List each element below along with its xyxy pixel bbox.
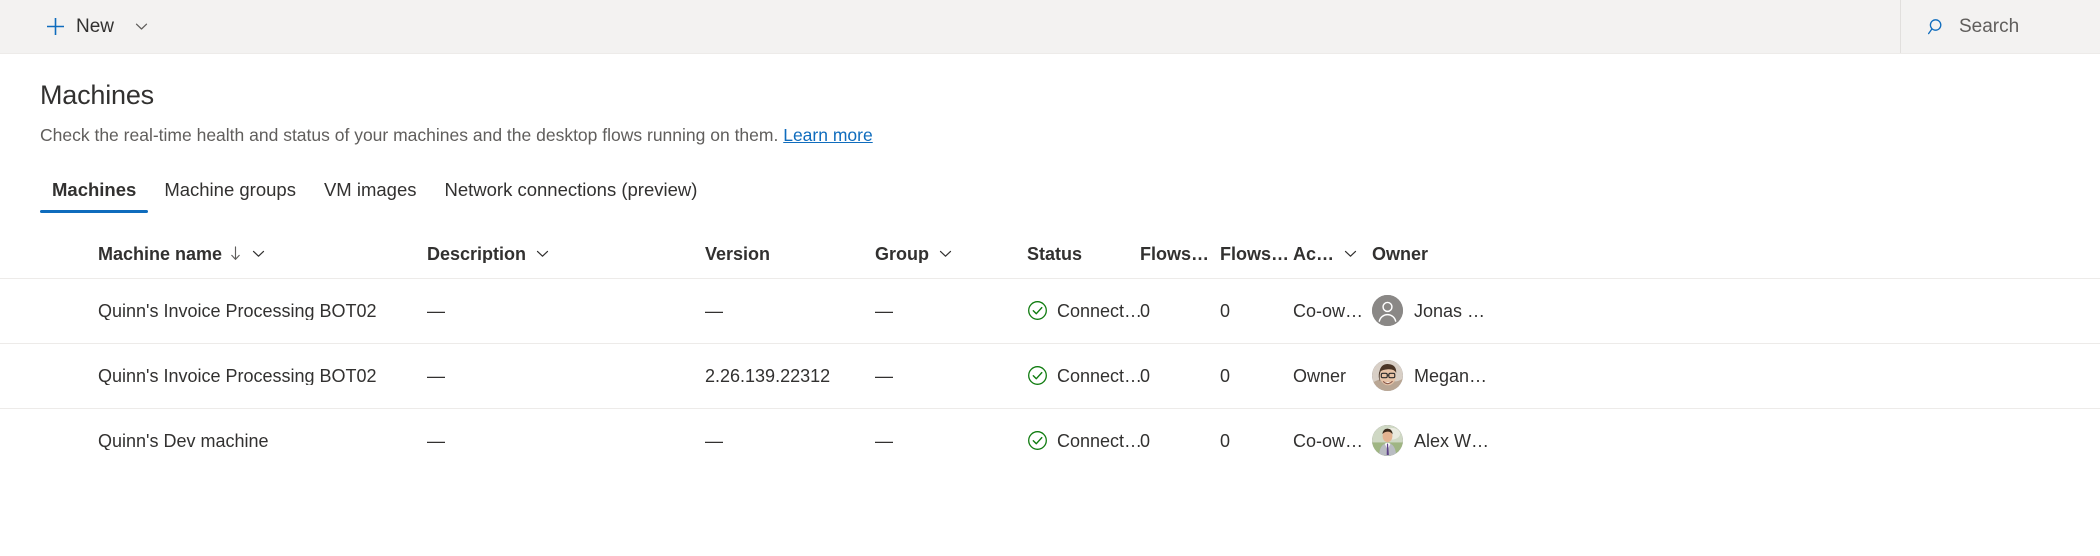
column-header-version-label: Version — [705, 245, 770, 263]
cell-flows-running: 0 — [1220, 367, 1293, 385]
column-header-flows-running-label: Flows… — [1220, 245, 1289, 263]
sort-ascending-icon — [229, 246, 242, 261]
search-icon — [1927, 17, 1947, 37]
tab-vm-images[interactable]: VM images — [310, 181, 431, 213]
avatar — [1372, 360, 1403, 391]
cell-owner: Alex W… — [1372, 425, 1612, 456]
learn-more-link[interactable]: Learn more — [783, 125, 873, 145]
column-header-flows-queued-label: Flows… — [1140, 245, 1209, 263]
cell-owner-name: Jonas … — [1414, 302, 1485, 320]
column-header-version[interactable]: Version — [705, 245, 875, 263]
column-header-machine-name-label: Machine name — [98, 245, 222, 263]
page-subtitle-text: Check the real-time health and status of… — [40, 125, 778, 145]
column-header-flows-queued[interactable]: Flows… — [1140, 245, 1220, 263]
column-header-access-label: Ac… — [1293, 245, 1334, 263]
cell-status-label: Connect… — [1057, 432, 1140, 450]
cell-machine-name: Quinn's Invoice Processing BOT02 — [33, 367, 427, 385]
cell-version: 2.26.139.22312 — [705, 367, 875, 385]
avatar — [1372, 425, 1403, 456]
column-header-status[interactable]: Status — [1027, 245, 1140, 263]
plus-icon — [46, 17, 65, 36]
command-bar: New Search — [0, 0, 2100, 54]
column-header-access[interactable]: Ac… — [1293, 245, 1372, 263]
cell-machine-name: Quinn's Dev machine — [33, 432, 427, 450]
cell-owner: Jonas … — [1372, 295, 1612, 326]
avatar — [1372, 295, 1403, 326]
cell-version: — — [705, 302, 875, 320]
column-header-status-label: Status — [1027, 245, 1082, 263]
cell-group: — — [875, 367, 1027, 385]
cell-status-label: Connect… — [1057, 302, 1140, 320]
table-row[interactable]: Quinn's Invoice Processing BOT02 — — — C… — [0, 278, 2100, 343]
column-menu-chevron-down-icon[interactable] — [1343, 246, 1358, 261]
new-button[interactable]: New — [40, 0, 155, 53]
cell-owner: Megan… — [1372, 360, 1612, 391]
cell-access: Co-ow… — [1293, 302, 1372, 320]
column-header-description[interactable]: Description — [427, 245, 705, 263]
tab-machines[interactable]: Machines — [38, 181, 150, 213]
cell-access: Owner — [1293, 367, 1372, 385]
cell-flows-queued: 0 — [1140, 367, 1220, 385]
tab-machine-groups[interactable]: Machine groups — [150, 181, 310, 213]
tab-network-connections[interactable]: Network connections (preview) — [430, 181, 711, 213]
table-header-row: Machine name Description — [0, 230, 2100, 278]
cell-access: Co-ow… — [1293, 432, 1372, 450]
page-title: Machines — [40, 80, 2100, 111]
column-header-group-label: Group — [875, 245, 929, 263]
search-input[interactable]: Search — [1959, 17, 2019, 36]
column-menu-chevron-down-icon[interactable] — [938, 246, 953, 261]
check-circle-icon — [1027, 300, 1048, 321]
page-subtitle: Check the real-time health and status of… — [40, 124, 2100, 147]
check-circle-icon — [1027, 365, 1048, 386]
cell-version: — — [705, 432, 875, 450]
cell-group: — — [875, 432, 1027, 450]
cell-status: Connect… — [1027, 430, 1140, 451]
cell-flows-running: 0 — [1220, 432, 1293, 450]
column-menu-chevron-down-icon[interactable] — [251, 246, 266, 261]
page-header: Machines Check the real-time health and … — [0, 54, 2100, 147]
column-header-group[interactable]: Group — [875, 245, 1027, 263]
table-row[interactable]: Quinn's Dev machine — — — Connect… 0 0 C… — [0, 408, 2100, 473]
column-menu-chevron-down-icon[interactable] — [535, 246, 550, 261]
new-button-label: New — [76, 17, 114, 36]
column-header-owner[interactable]: Owner — [1372, 245, 1612, 263]
cell-status-label: Connect… — [1057, 367, 1140, 385]
command-bar-left: New — [0, 0, 1900, 53]
cell-description: — — [427, 432, 705, 450]
column-header-owner-label: Owner — [1372, 245, 1428, 263]
cell-owner-name: Megan… — [1414, 367, 1487, 385]
column-header-machine-name[interactable]: Machine name — [33, 245, 427, 263]
cell-group: — — [875, 302, 1027, 320]
cell-flows-queued: 0 — [1140, 302, 1220, 320]
check-circle-icon — [1027, 430, 1048, 451]
cell-flows-running: 0 — [1220, 302, 1293, 320]
cell-description: — — [427, 367, 705, 385]
table-row[interactable]: Quinn's Invoice Processing BOT02 — 2.26.… — [0, 343, 2100, 408]
cell-status: Connect… — [1027, 300, 1140, 321]
cell-status: Connect… — [1027, 365, 1140, 386]
cell-owner-name: Alex W… — [1414, 432, 1489, 450]
cell-flows-queued: 0 — [1140, 432, 1220, 450]
tab-list: Machines Machine groups VM images Networ… — [0, 169, 2100, 213]
column-header-description-label: Description — [427, 245, 526, 263]
column-header-flows-running[interactable]: Flows… — [1220, 245, 1293, 263]
cell-machine-name: Quinn's Invoice Processing BOT02 — [33, 302, 427, 320]
chevron-down-icon — [134, 19, 149, 34]
search-box[interactable]: Search — [1900, 0, 2100, 53]
cell-description: — — [427, 302, 705, 320]
machines-table: Machine name Description — [0, 230, 2100, 473]
